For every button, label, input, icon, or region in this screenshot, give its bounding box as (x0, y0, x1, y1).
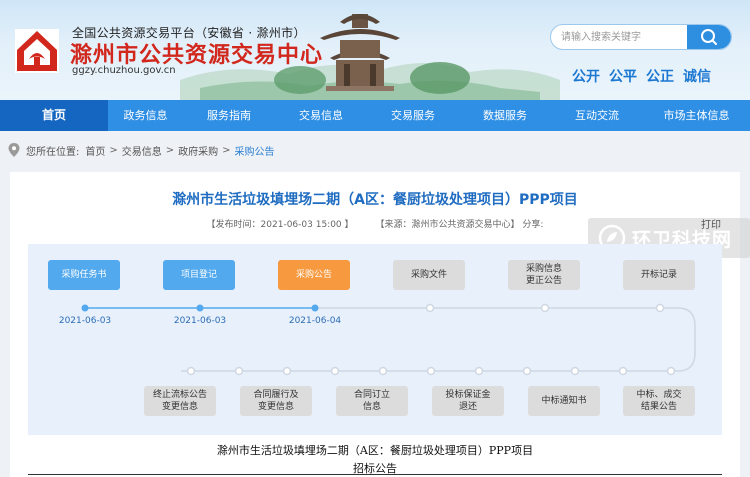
step-deposit-refund[interactable]: 投标保证金 退还 (432, 386, 504, 416)
nav-item-trading-info[interactable]: 交易信息 (275, 100, 367, 131)
slogan-word: 公平 (609, 69, 637, 85)
search-button[interactable] (687, 25, 731, 49)
timeline-dot-todo (186, 366, 196, 376)
timeline-dot-todo (426, 366, 436, 376)
nav-item-interaction[interactable]: 互动交流 (551, 100, 643, 131)
article-title: 滁州市生活垃圾填埋场二期（A区：餐厨垃圾处理项目）PPP项目 (172, 192, 578, 208)
step-contract-performance[interactable]: 合同履行及 变更信息 (240, 386, 312, 416)
site-url: ggzy.chuzhou.gov.cn (72, 65, 176, 76)
step-award-notice[interactable]: 中标通知书 (528, 386, 600, 416)
search-icon (701, 29, 717, 45)
document-title: 滁州市生活垃圾填埋场二期（A区：餐厨垃圾处理项目）PPP项目 (216, 444, 534, 457)
procurement-timeline: 采购任务书 项目登记 采购公告 采购文件 采购信息 更正公告 开标记录 2021… (28, 244, 722, 435)
slogan-word: 诚信 (683, 69, 711, 85)
breadcrumb-home[interactable]: 首页 (85, 143, 105, 158)
timeline-dot-todo (234, 366, 244, 376)
timeline-dot-todo (474, 366, 484, 376)
timeline-dot-done (81, 304, 89, 312)
article-source: 【来源：滁州市公共资源交易中心】 (375, 220, 520, 230)
step-project-registration[interactable]: 项目登记 (163, 260, 235, 290)
breadcrumb-procurement-notice[interactable]: 采购公告 (235, 143, 275, 158)
timeline-dot-todo (570, 366, 580, 376)
timeline-dot-todo (655, 303, 665, 313)
breadcrumb-separator: > (222, 144, 231, 156)
search-input[interactable] (551, 25, 687, 49)
step-procurement-documents[interactable]: 采购文件 (393, 260, 465, 290)
location-pin-icon (8, 143, 20, 157)
content-panel: 滁州市生活垃圾填埋场二期（A区：餐厨垃圾处理项目）PPP项目 【发布时间：202… (10, 172, 750, 477)
timeline-dot-todo (522, 366, 532, 376)
publish-time: 【发布时间：2021-06-03 15:00 】 (206, 220, 354, 230)
breadcrumb-government-procurement[interactable]: 政府采购 (178, 143, 218, 158)
step-result-announcement[interactable]: 中标、成交 结果公告 (623, 386, 695, 416)
document-divider (28, 474, 722, 475)
print-button[interactable]: 打印 (701, 216, 721, 231)
breadcrumb-prefix: 您所在位置: (26, 146, 80, 158)
step-procurement-notice[interactable]: 采购公告 (278, 260, 350, 290)
search-box (550, 24, 732, 50)
breadcrumb: 您所在位置: 首页 > 交易信息 > 政府采购 > 采购公告 (8, 142, 275, 158)
step-date: 2021-06-04 (288, 316, 342, 326)
nav-item-home[interactable]: 首页 (0, 100, 108, 131)
timeline-dot-todo (282, 366, 292, 376)
slogan-word: 公开 (572, 69, 600, 85)
timeline-dot-todo (330, 366, 340, 376)
timeline-dot-done (196, 304, 204, 312)
slogan-word: 公正 (646, 69, 674, 85)
step-contract-signing[interactable]: 合同订立 信息 (336, 386, 408, 416)
nav-item-market-entity[interactable]: 市场主体信息 (643, 100, 750, 131)
timeline-dot-todo (666, 366, 676, 376)
timeline-dot-done (311, 304, 319, 312)
step-termination-notice[interactable]: 终止流标公告 变更信息 (144, 386, 216, 416)
nav-item-data-service[interactable]: 数据服务 (459, 100, 551, 131)
breadcrumb-trading-info[interactable]: 交易信息 (122, 143, 162, 158)
slogan: 公开 公平 公正 诚信 (572, 66, 711, 86)
nav-item-trading-service[interactable]: 交易服务 (367, 100, 459, 131)
step-bid-opening-record[interactable]: 开标记录 (623, 260, 695, 290)
step-date: 2021-06-03 (173, 316, 227, 326)
nav-item-service-guide[interactable]: 服务指南 (183, 100, 275, 131)
step-correction-notice[interactable]: 采购信息 更正公告 (508, 260, 580, 290)
breadcrumb-separator: > (165, 144, 175, 156)
share-label[interactable]: 分享: (522, 220, 543, 230)
step-date: 2021-06-03 (58, 316, 112, 326)
breadcrumb-separator: > (109, 144, 118, 156)
main-nav: 首页 政务信息 服务指南 交易信息 交易服务 数据服务 互动交流 市场主体信息 (0, 100, 750, 131)
timeline-dot-todo (618, 366, 628, 376)
house-emblem-icon[interactable] (14, 28, 60, 74)
timeline-dot-todo (540, 303, 550, 313)
nav-item-government-affairs[interactable]: 政务信息 (108, 100, 183, 131)
site-header: 全国公共资源交易平台（安徽省 · 滁州市） 滁州市公共资源交易中心 ggzy.c… (0, 0, 750, 100)
timeline-dot-todo (378, 366, 388, 376)
step-procurement-assignment[interactable]: 采购任务书 (48, 260, 120, 290)
timeline-dot-todo (425, 303, 435, 313)
